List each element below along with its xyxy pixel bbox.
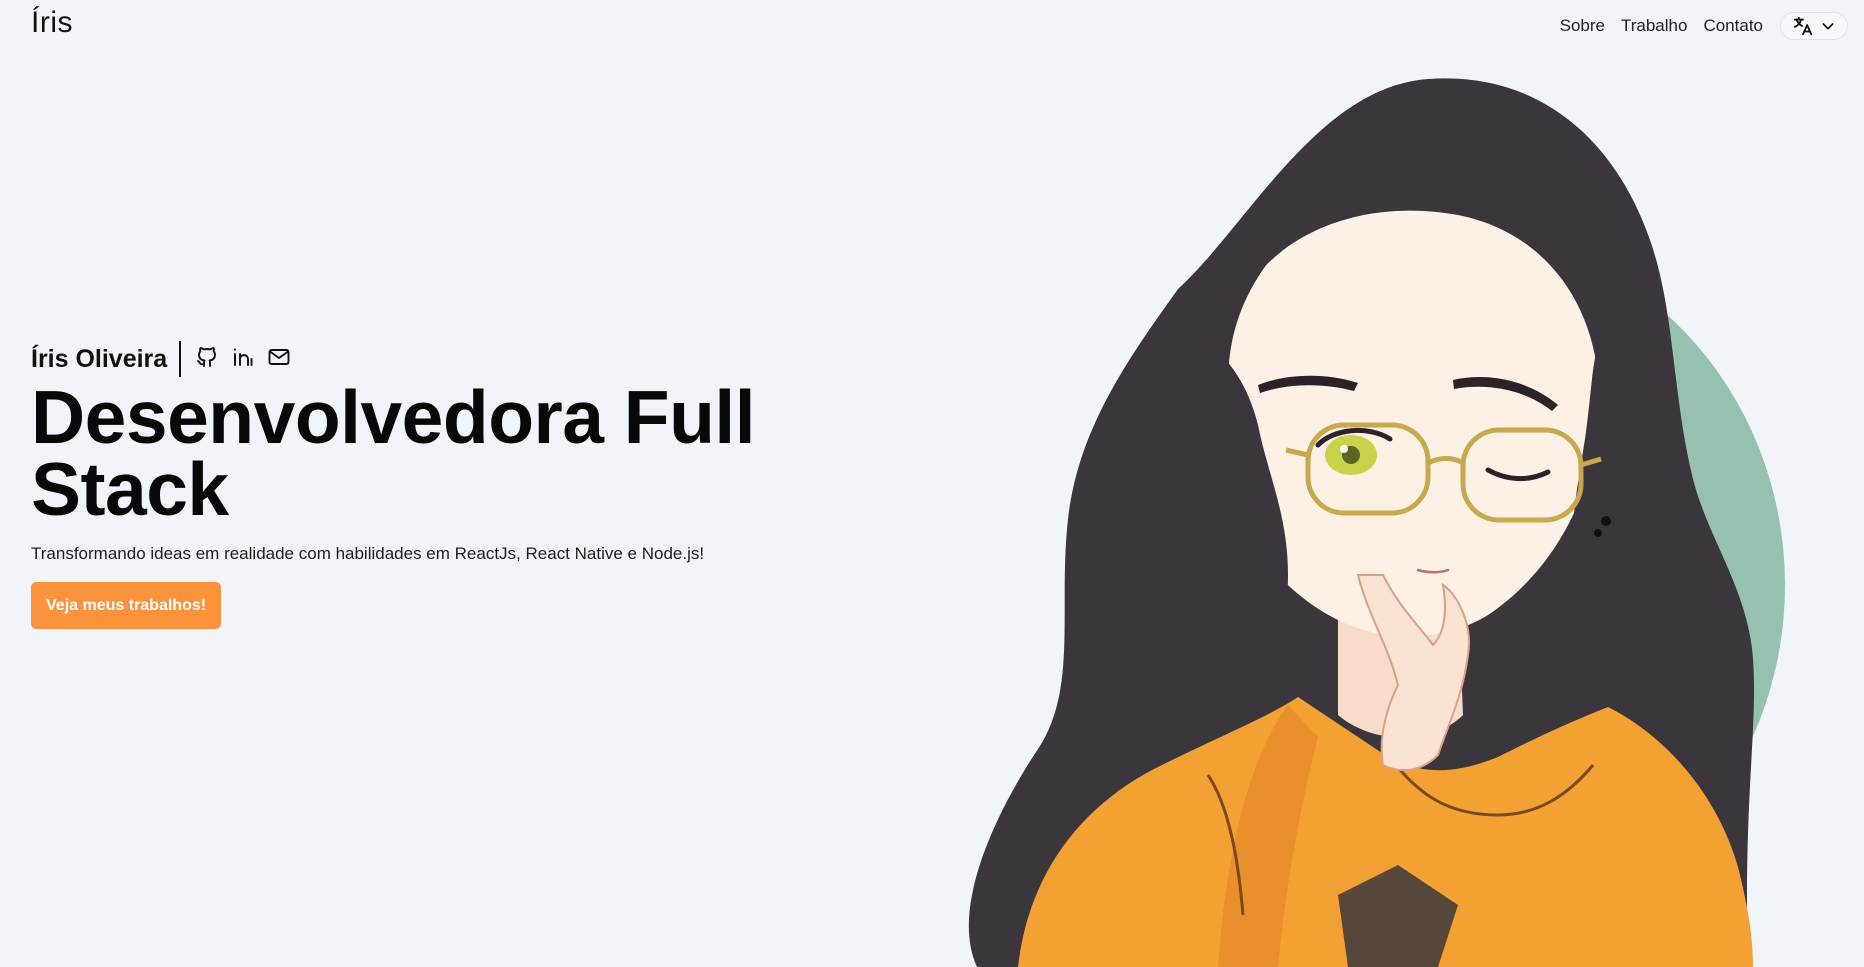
linkedin-icon bbox=[231, 345, 255, 374]
nav-link-trabalho[interactable]: Trabalho bbox=[1621, 16, 1687, 36]
site-logo[interactable]: Íris bbox=[31, 6, 73, 40]
view-work-button[interactable]: Veja meus trabalhos! bbox=[31, 582, 222, 629]
mail-icon bbox=[266, 345, 292, 374]
name-row: Íris Oliveira bbox=[31, 340, 791, 378]
language-selector-button[interactable] bbox=[1780, 12, 1848, 40]
top-nav: Sobre Trabalho Contato bbox=[1560, 12, 1848, 40]
nav-link-sobre[interactable]: Sobre bbox=[1560, 16, 1605, 36]
headline-line-2: Stack bbox=[31, 447, 229, 531]
social-links bbox=[193, 345, 293, 373]
page: Íris Sobre Trabalho Contato Íris Oliveir… bbox=[0, 0, 1864, 967]
hero-headline: Desenvolvedora Full Stack bbox=[31, 380, 791, 527]
github-link[interactable] bbox=[193, 345, 221, 373]
translate-icon bbox=[1792, 15, 1814, 37]
hero-section: Íris Oliveira Desenvolvedora Full Stack … bbox=[31, 340, 791, 629]
email-link[interactable] bbox=[265, 345, 293, 373]
hero-subtitle: Transformando ideas em realidade com hab… bbox=[31, 544, 705, 563]
chevron-down-icon bbox=[1820, 18, 1836, 34]
name-divider bbox=[179, 341, 182, 377]
avatar-illustration bbox=[958, 75, 1828, 967]
linkedin-link[interactable] bbox=[229, 345, 257, 373]
nav-link-contato[interactable]: Contato bbox=[1703, 16, 1763, 36]
github-icon bbox=[195, 345, 219, 374]
author-name: Íris Oliveira bbox=[31, 344, 168, 373]
